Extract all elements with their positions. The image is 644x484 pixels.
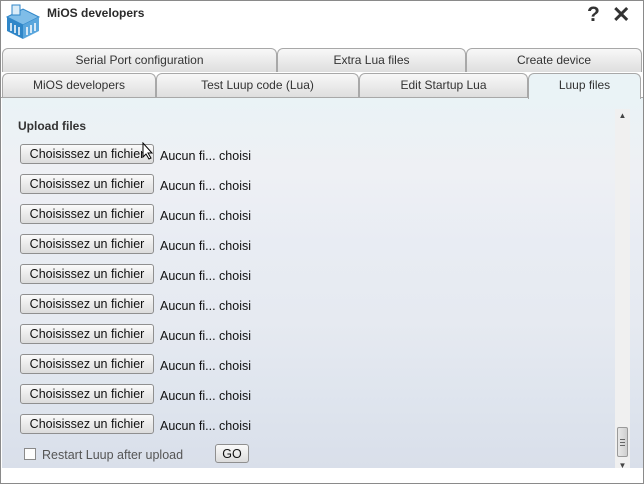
choose-file-button[interactable]: Choisissez un fichier	[20, 384, 154, 404]
file-status: Aucun fi... choisi	[160, 359, 252, 373]
file-status: Aucun fi... choisi	[160, 329, 252, 343]
file-status: Aucun fi... choisi	[160, 239, 252, 253]
vertical-scrollbar[interactable]: ▲ ▼	[615, 109, 630, 473]
restart-luup-label: Restart Luup after upload	[42, 448, 184, 462]
file-status: Aucun fi... choisi	[160, 299, 252, 313]
tab-row-top: Serial Port configuration Extra Lua file…	[1, 48, 643, 72]
choose-file-button[interactable]: Choisissez un fichier	[20, 174, 154, 194]
tab-create-device[interactable]: Create device	[466, 48, 642, 72]
file-status: Aucun fi... choisi	[160, 419, 252, 433]
choose-file-button[interactable]: Choisissez un fichier	[20, 324, 154, 344]
tab-test-luup-code[interactable]: Test Luup code (Lua)	[156, 73, 359, 97]
luup-files-panel: Upload files Choisissez un fichier Aucun…	[2, 98, 643, 468]
scroll-up-arrow-icon[interactable]: ▲	[615, 109, 630, 123]
choose-file-button[interactable]: Choisissez un fichier	[20, 354, 154, 374]
tab-extra-lua-files[interactable]: Extra Lua files	[277, 48, 466, 72]
file-status: Aucun fi... choisi	[160, 209, 252, 223]
choose-file-button[interactable]: Choisissez un fichier	[20, 294, 154, 314]
tab-luup-files[interactable]: Luup files	[528, 73, 641, 99]
choose-file-button[interactable]: Choisissez un fichier	[20, 234, 154, 254]
tab-row-bottom: MiOS developers Test Luup code (Lua) Edi…	[1, 73, 643, 99]
window-title: MiOS developers	[47, 6, 145, 20]
choose-file-button[interactable]: Choisissez un fichier	[20, 144, 154, 164]
choose-file-button[interactable]: Choisissez un fichier	[20, 414, 154, 434]
file-status: Aucun fi... choisi	[160, 389, 252, 403]
choose-file-button[interactable]: Choisissez un fichier	[20, 204, 154, 224]
file-status: Aucun fi... choisi	[160, 149, 252, 163]
tab-edit-startup-lua[interactable]: Edit Startup Lua	[359, 73, 528, 97]
choose-file-button[interactable]: Choisissez un fichier	[20, 264, 154, 284]
file-status: Aucun fi... choisi	[160, 269, 252, 283]
mouse-pointer-icon	[142, 142, 154, 160]
file-status: Aucun fi... choisi	[160, 179, 252, 193]
go-button[interactable]: GO	[215, 444, 249, 463]
mios-logo-icon	[5, 4, 41, 39]
window-bottom-edge	[2, 468, 643, 483]
mios-developers-window: MiOS developers ? ✕ Serial Port configur…	[0, 0, 644, 484]
restart-luup-checkbox[interactable]	[24, 448, 36, 460]
scroll-thumb[interactable]	[617, 427, 628, 457]
help-icon[interactable]: ?	[587, 3, 600, 27]
close-icon[interactable]: ✕	[612, 3, 630, 27]
tab-serial-port-configuration[interactable]: Serial Port configuration	[2, 48, 277, 72]
tab-mios-developers[interactable]: MiOS developers	[2, 73, 156, 97]
upload-files-heading: Upload files	[18, 119, 87, 133]
title-bar: MiOS developers ? ✕	[1, 1, 643, 45]
